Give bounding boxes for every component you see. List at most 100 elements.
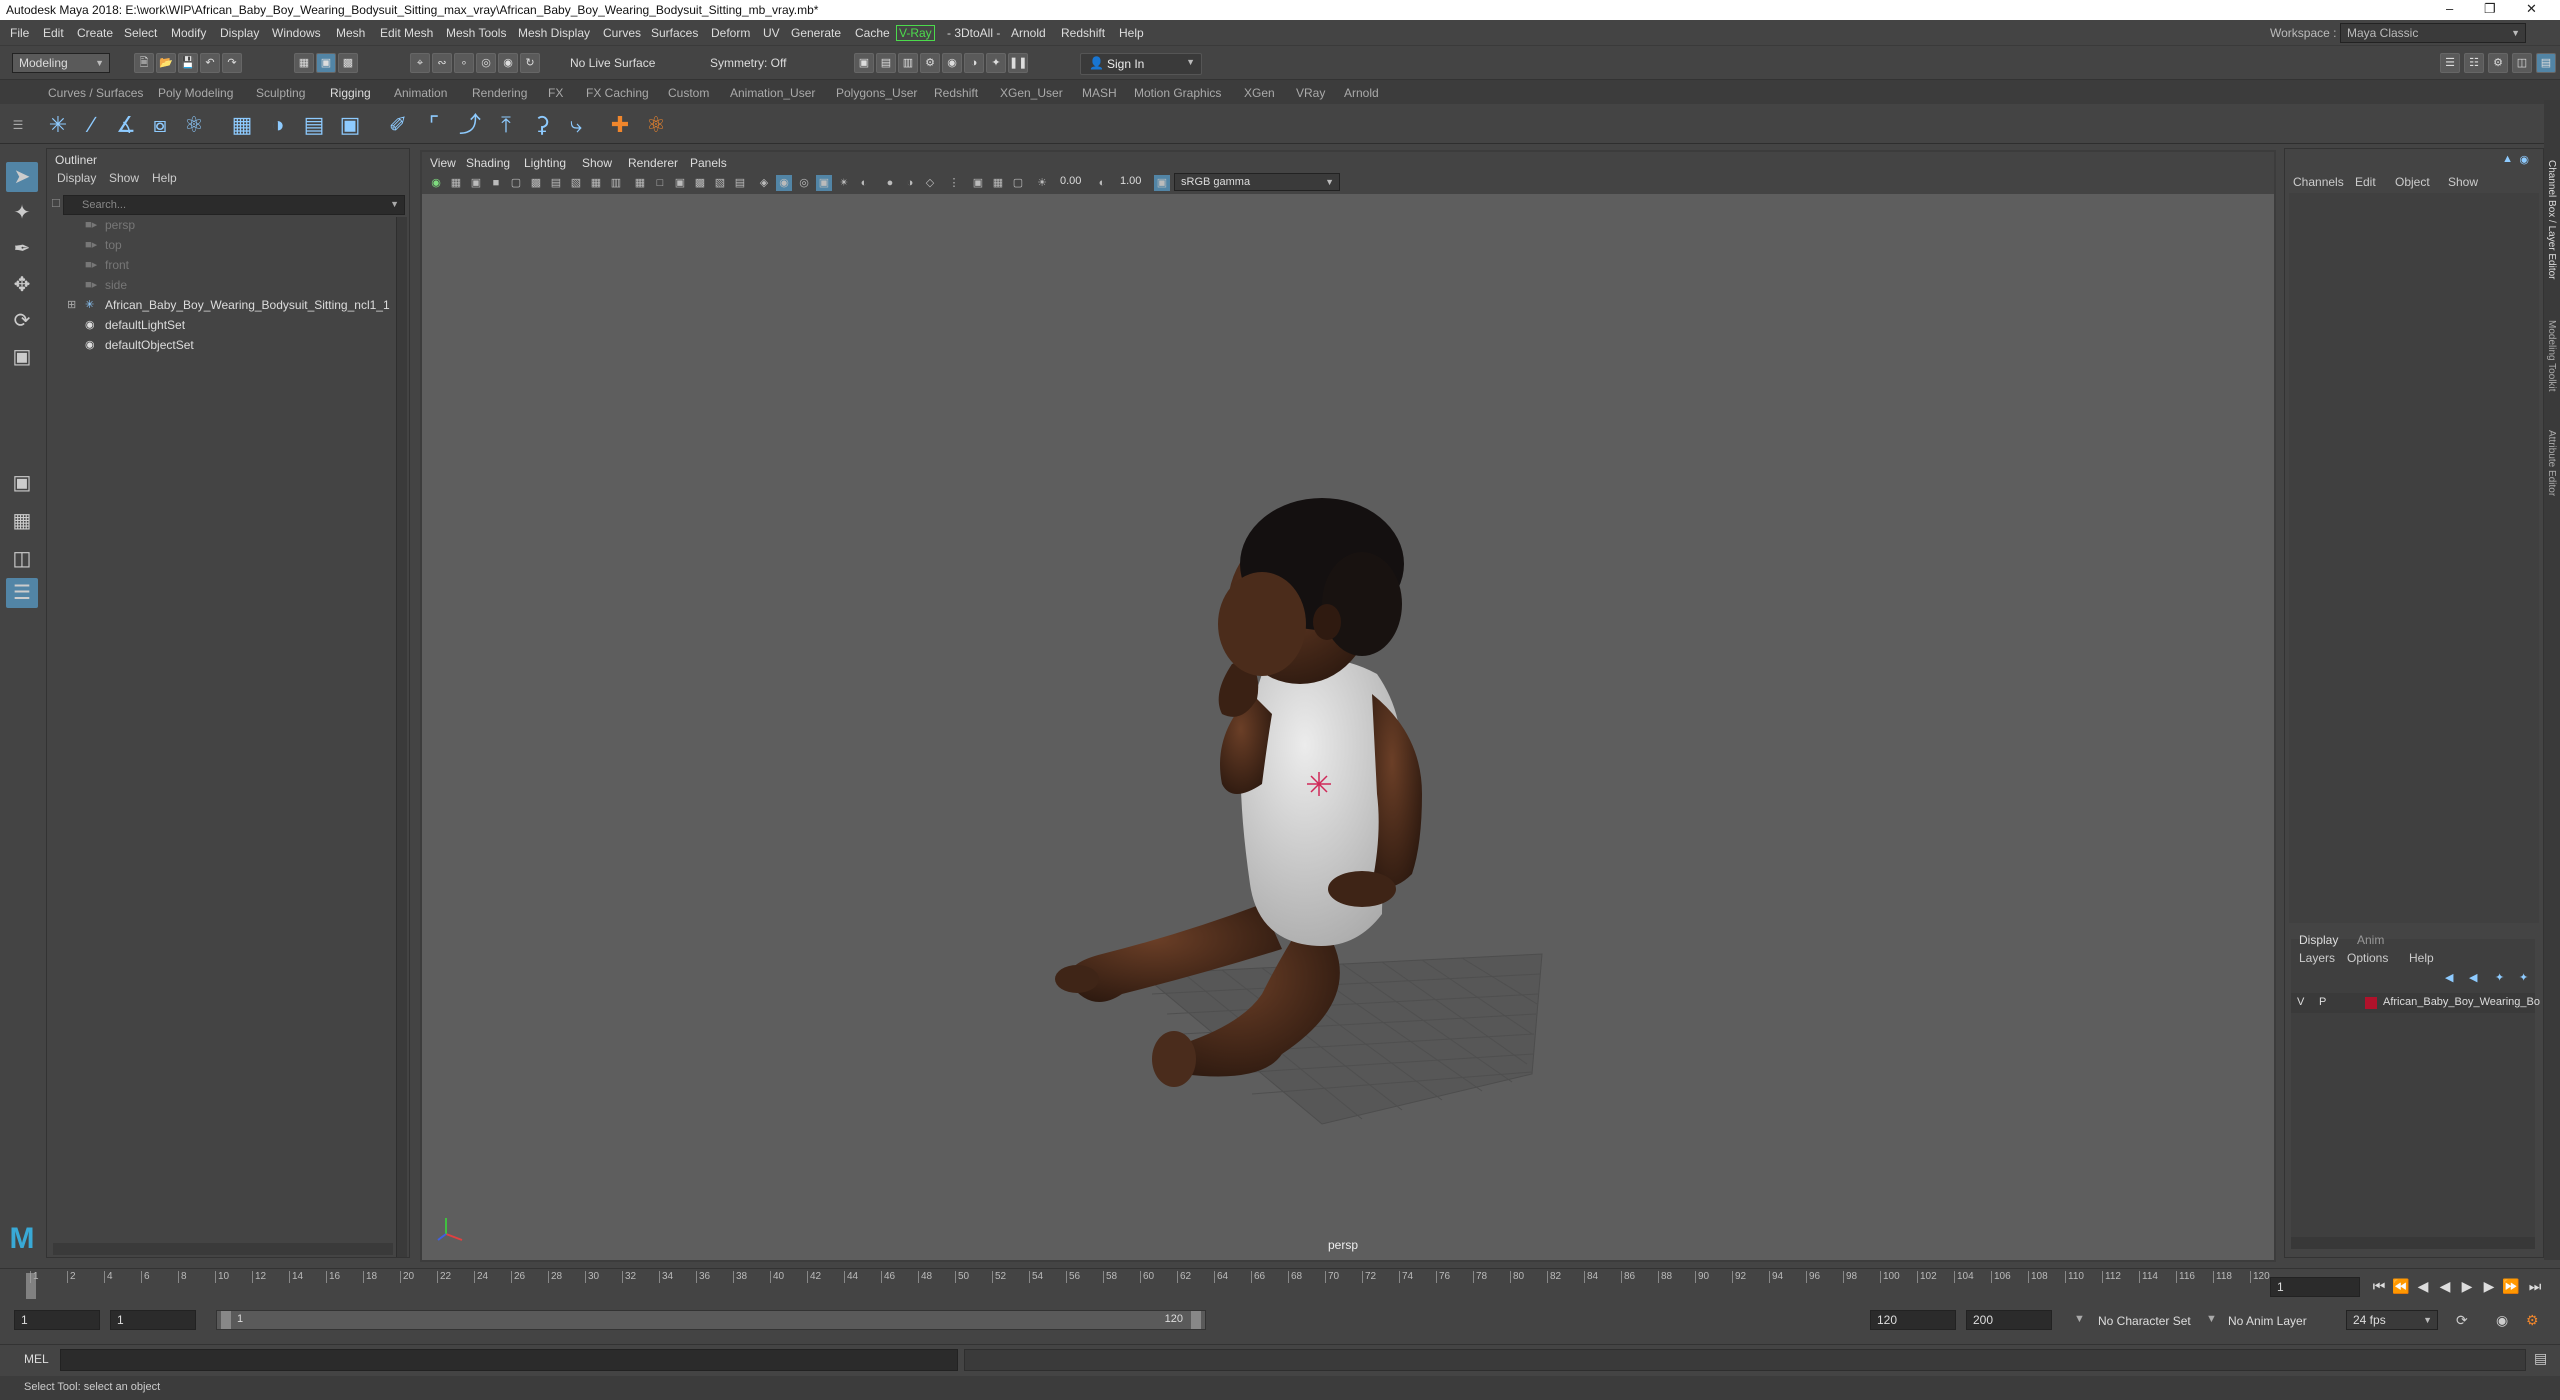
shelf-tab[interactable]: Motion Graphics: [1134, 86, 1221, 100]
menu-uv[interactable]: UV: [763, 26, 780, 40]
auto-key-icon[interactable]: ◉: [2496, 1312, 2508, 1329]
shelf-tab[interactable]: Rendering: [472, 86, 527, 100]
minimize-button[interactable]: –: [2446, 1, 2453, 16]
shadows-icon[interactable]: ◈: [756, 175, 772, 191]
paint-weights-icon[interactable]: ◑: [264, 111, 292, 139]
shelf-tab[interactable]: Arnold: [1344, 86, 1379, 100]
options-menu[interactable]: Options: [2347, 951, 2388, 965]
shelf-tab[interactable]: MASH: [1082, 86, 1117, 100]
step-back-key-icon[interactable]: ⏪: [2392, 1278, 2410, 1295]
play-backward-icon[interactable]: ◀: [2436, 1278, 2454, 1295]
viewport-menu-lighting[interactable]: Lighting: [524, 156, 566, 170]
restore-button[interactable]: ❐: [2484, 1, 2496, 17]
menu-mesh[interactable]: Mesh: [336, 26, 365, 40]
shelf-tab[interactable]: XGen_User: [1000, 86, 1063, 100]
current-frame-marker[interactable]: [26, 1273, 36, 1299]
character-set-label[interactable]: No Character Set: [2098, 1314, 2191, 1328]
layer-visibility-toggle[interactable]: V: [2297, 996, 2304, 1008]
menu-surfaces[interactable]: Surfaces: [651, 26, 698, 40]
wireframe-icon[interactable]: □: [652, 175, 668, 191]
new-layer-selected-icon[interactable]: ✦: [2519, 971, 2528, 984]
script-editor-icon[interactable]: ▤: [2534, 1350, 2547, 1367]
go-to-start-icon[interactable]: ⏮: [2370, 1278, 2388, 1295]
menu-cache[interactable]: Cache: [855, 26, 890, 40]
menu-deform[interactable]: Deform: [711, 26, 750, 40]
menu-arnold[interactable]: Arnold: [1011, 26, 1046, 40]
constraint-pole-icon[interactable]: ⤷: [562, 111, 590, 139]
lattice-icon[interactable]: ▤: [300, 111, 328, 139]
show-menu[interactable]: Show: [2448, 175, 2478, 189]
move-tool-icon[interactable]: ✥: [6, 270, 38, 300]
shelf-tab[interactable]: FX: [548, 86, 563, 100]
channel-box-toggle-icon[interactable]: ▲: [2502, 153, 2513, 165]
outliner-item-top[interactable]: ■▸ top: [47, 235, 397, 255]
range-slider[interactable]: 1 120: [216, 1310, 1206, 1330]
shelf-tab[interactable]: Poly Modeling: [158, 86, 233, 100]
menu-select[interactable]: Select: [124, 26, 157, 40]
layer-horizontal-scrollbar[interactable]: [2291, 1237, 2535, 1249]
menu-3dtoall[interactable]: - 3DtoAll -: [947, 26, 1000, 40]
workspace-dropdown[interactable]: Maya Classic ▼: [2340, 23, 2526, 43]
snap-view-icon[interactable]: ◎: [476, 53, 496, 73]
layer-row[interactable]: V P African_Baby_Boy_Wearing_Bo: [2291, 993, 2540, 1013]
shelf-tab[interactable]: FX Caching: [586, 86, 649, 100]
shelf-tab[interactable]: Sculpting: [256, 86, 305, 100]
menu-mesh-display[interactable]: Mesh Display: [518, 26, 590, 40]
ipr-icon[interactable]: ◉: [942, 53, 962, 73]
modeling-toolkit-icon[interactable]: ☰: [2440, 53, 2460, 73]
select-hierarchy-icon[interactable]: ▦: [294, 53, 314, 73]
undo-icon[interactable]: ↶: [200, 53, 220, 73]
timeline-ruler[interactable]: 1246810121416182022242628303234363840424…: [30, 1269, 2270, 1305]
edit-menu[interactable]: Edit: [2355, 175, 2376, 189]
layers-menu[interactable]: Layers: [2299, 951, 2335, 965]
xray-icon[interactable]: ●: [882, 175, 898, 191]
image-plane-icon[interactable]: ▣: [468, 175, 484, 191]
menu-create[interactable]: Create: [77, 26, 113, 40]
layout-icon[interactable]: ◫: [2512, 53, 2532, 73]
step-forward-frame-icon[interactable]: ▶: [2480, 1278, 2498, 1295]
locator-align-icon[interactable]: ⚛: [642, 111, 670, 139]
shelf-tab[interactable]: XGen: [1244, 86, 1275, 100]
constraint-orient-icon[interactable]: ⤴: [456, 111, 484, 139]
move-layer-up-icon[interactable]: ◀: [2445, 971, 2453, 984]
exposure-field[interactable]: 0.00: [1054, 173, 1090, 191]
render-view-icon[interactable]: ▥: [898, 53, 918, 73]
four-view-icon[interactable]: ▦: [6, 506, 38, 536]
close-button[interactable]: ✕: [2526, 1, 2537, 17]
cluster-icon[interactable]: ▣: [336, 111, 364, 139]
single-view-icon[interactable]: ▣: [6, 468, 38, 498]
move-layer-down-icon[interactable]: ◀: [2469, 971, 2477, 984]
shelf-tab[interactable]: VRay: [1296, 86, 1325, 100]
channels-menu[interactable]: Channels: [2293, 175, 2344, 189]
object-menu[interactable]: Object: [2395, 175, 2430, 189]
constraint-scale-icon[interactable]: ⤒: [492, 111, 520, 139]
viewport-menu-show[interactable]: Show: [582, 156, 612, 170]
go-to-end-icon[interactable]: ⏭: [2526, 1278, 2544, 1295]
field-chart-icon[interactable]: ▦: [588, 175, 604, 191]
gamma-icon[interactable]: ◐: [1094, 175, 1110, 191]
gate-mask-icon[interactable]: ▧: [568, 175, 584, 191]
textured-icon[interactable]: ▧: [712, 175, 728, 191]
resolution-gate-icon[interactable]: ▤: [548, 175, 564, 191]
wireframe-on-shaded-icon[interactable]: ▩: [692, 175, 708, 191]
attribute-toggle-icon[interactable]: ◉: [2519, 153, 2529, 166]
camera-attributes-icon[interactable]: ◉: [428, 175, 444, 191]
side-tab-channel-box[interactable]: Channel Box / Layer Editor: [2546, 160, 2557, 280]
ik-handle-icon[interactable]: ∕: [78, 111, 106, 139]
tool-settings-icon[interactable]: ⚙: [2488, 53, 2508, 73]
layer-tab-display[interactable]: Display: [2299, 933, 2338, 947]
menu-set-dropdown[interactable]: Modeling ▼: [12, 53, 110, 73]
hypershade-icon[interactable]: ◑: [964, 53, 984, 73]
frame-all-icon[interactable]: ▢: [1010, 175, 1026, 191]
preferences-icon[interactable]: ⚙: [2526, 1312, 2539, 1329]
locator-icon[interactable]: ✚: [606, 111, 634, 139]
animation-start-field[interactable]: 1: [14, 1310, 100, 1330]
shelf-tab[interactable]: Animation_User: [730, 86, 815, 100]
command-language-label[interactable]: MEL: [24, 1352, 49, 1366]
ambient-occlusion-icon[interactable]: ◉: [776, 175, 792, 191]
menu-file[interactable]: File: [10, 26, 29, 40]
shelf-tab[interactable]: Curves / Surfaces: [48, 86, 143, 100]
menu-mesh-tools[interactable]: Mesh Tools: [446, 26, 506, 40]
menu-display[interactable]: Display: [220, 26, 259, 40]
help-menu[interactable]: Help: [2409, 951, 2434, 965]
